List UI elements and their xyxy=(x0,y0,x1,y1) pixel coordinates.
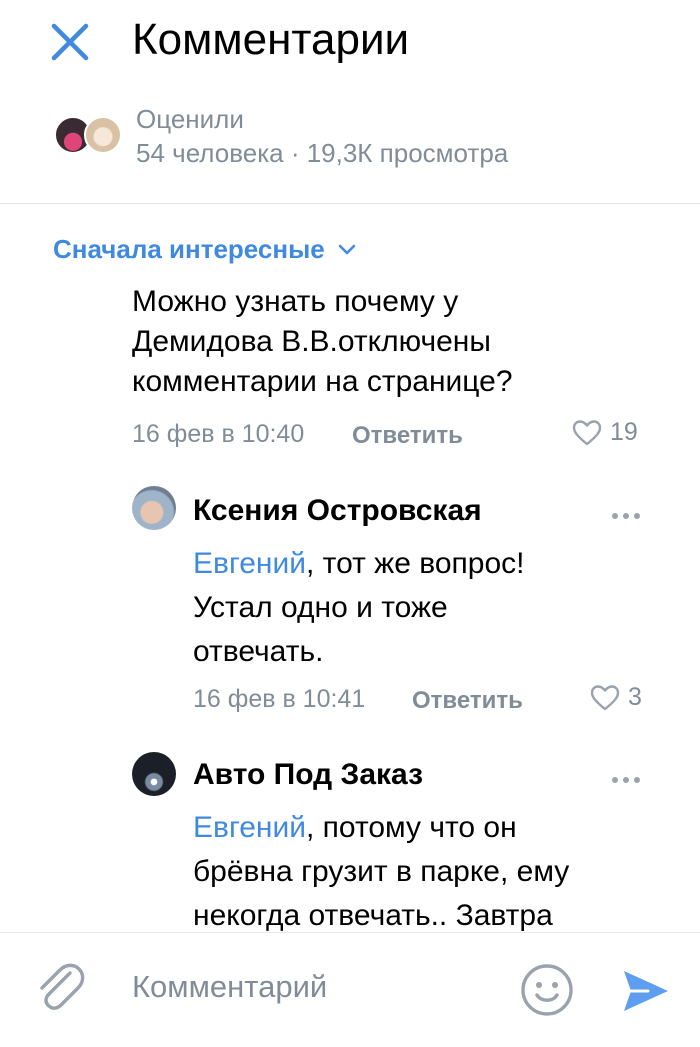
avatar xyxy=(84,116,122,154)
avatar[interactable] xyxy=(132,752,176,796)
sort-label: Сначала интересные xyxy=(53,234,325,264)
more-options-icon[interactable] xyxy=(612,506,648,519)
mention-link[interactable]: Евгений xyxy=(193,811,306,844)
like-button[interactable]: 3 xyxy=(590,683,642,712)
comment-input[interactable]: Комментарий xyxy=(132,969,327,1005)
header: Комментарии xyxy=(0,0,700,84)
reply-button[interactable]: Ответить xyxy=(352,422,463,450)
comment-line: , тот же вопрос! xyxy=(306,547,525,580)
comment-line: брёвна грузит в парке, ему xyxy=(193,855,570,888)
comment-line: Устал одно и тоже xyxy=(193,591,448,624)
comment-line: Можно узнать почему у xyxy=(132,285,459,318)
likes-label: Оценили xyxy=(136,104,244,134)
like-button[interactable]: 19 xyxy=(572,418,638,447)
sort-dropdown[interactable]: Сначала интересные xyxy=(53,234,357,265)
like-count: 19 xyxy=(610,418,638,446)
comment-composer: Комментарий xyxy=(0,932,700,1047)
comment-text: Можно узнать почему у Демидова В.В.отклю… xyxy=(132,282,652,402)
liker-avatars xyxy=(54,116,124,154)
comment-text: Евгений, тот же вопрос! Устал одно и тож… xyxy=(193,542,633,674)
more-options-icon[interactable] xyxy=(612,770,648,783)
chevron-down-icon xyxy=(338,244,356,254)
comment-author[interactable]: Ксения Островская xyxy=(193,494,482,528)
paperclip-icon[interactable] xyxy=(32,959,86,1015)
heart-icon xyxy=(590,684,620,710)
reply-button[interactable]: Ответить xyxy=(412,687,523,715)
comment-line: Демидова В.В.отключены xyxy=(132,325,491,358)
send-icon[interactable] xyxy=(620,965,672,1017)
comment-time: 16 фев в 10:40 xyxy=(132,420,305,448)
comment-author[interactable]: Авто Под Заказ xyxy=(193,758,423,792)
page-title: Комментарии xyxy=(132,15,410,64)
comment-text: Евгений, потому что он брёвна грузит в п… xyxy=(193,806,633,938)
close-icon[interactable] xyxy=(48,20,92,64)
heart-icon xyxy=(572,419,602,445)
comment-line: , потому что он xyxy=(306,811,517,844)
likes-summary[interactable]: Оценили 54 человека · 19,3К просмотра xyxy=(0,96,700,196)
comment-time: 16 фев в 10:41 xyxy=(193,685,366,713)
smile-icon[interactable] xyxy=(520,963,574,1017)
like-count: 3 xyxy=(628,683,642,711)
mention-link[interactable]: Евгений xyxy=(193,547,306,580)
likes-stats: 54 человека · 19,3К просмотра xyxy=(136,138,509,168)
comment-line: комментарии на странице? xyxy=(132,365,513,398)
avatar[interactable] xyxy=(132,486,176,530)
divider xyxy=(0,203,700,204)
comment-line: отвечать. xyxy=(193,635,324,668)
